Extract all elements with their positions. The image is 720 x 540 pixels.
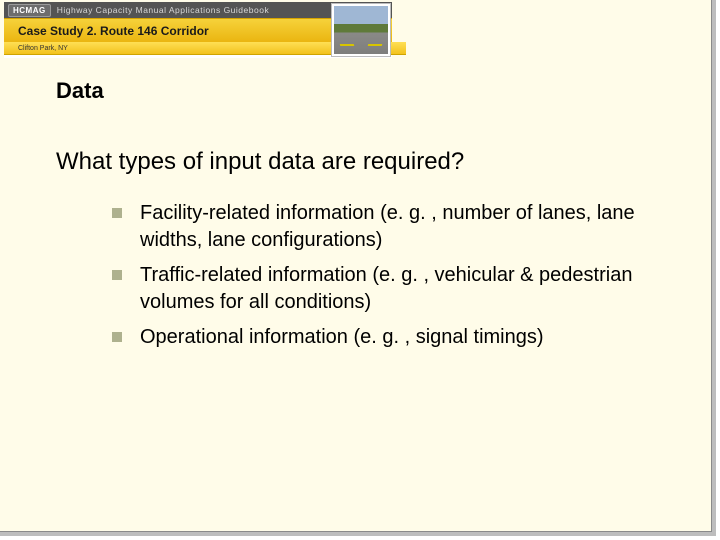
list-item: Operational information (e. g. , signal … (112, 324, 641, 351)
slide-title: Data (56, 78, 104, 104)
banner-location: Clifton Park, NY (18, 45, 68, 52)
square-bullet-icon (112, 332, 122, 342)
hcmag-logo: HCMAG (8, 4, 51, 17)
header-banner: HCMAG Highway Capacity Manual Applicatio… (4, 2, 392, 58)
bullet-text: Operational information (e. g. , signal … (140, 324, 544, 351)
list-item: Traffic-related information (e. g. , veh… (112, 262, 641, 316)
slide-subtitle: What types of input data are required? (56, 148, 464, 176)
road-thumbnail (332, 4, 390, 56)
case-study-title: Case Study 2. Route 146 Corridor (18, 24, 209, 38)
slide: HCMAG Highway Capacity Manual Applicatio… (0, 0, 716, 536)
slide-inner: HCMAG Highway Capacity Manual Applicatio… (0, 0, 712, 532)
square-bullet-icon (112, 208, 122, 218)
bullet-list: Facility-related information (e. g. , nu… (112, 200, 641, 359)
square-bullet-icon (112, 270, 122, 280)
banner-top-text: Highway Capacity Manual Applications Gui… (57, 5, 269, 15)
bullet-text: Facility-related information (e. g. , nu… (140, 200, 641, 254)
list-item: Facility-related information (e. g. , nu… (112, 200, 641, 254)
bullet-text: Traffic-related information (e. g. , veh… (140, 262, 641, 316)
